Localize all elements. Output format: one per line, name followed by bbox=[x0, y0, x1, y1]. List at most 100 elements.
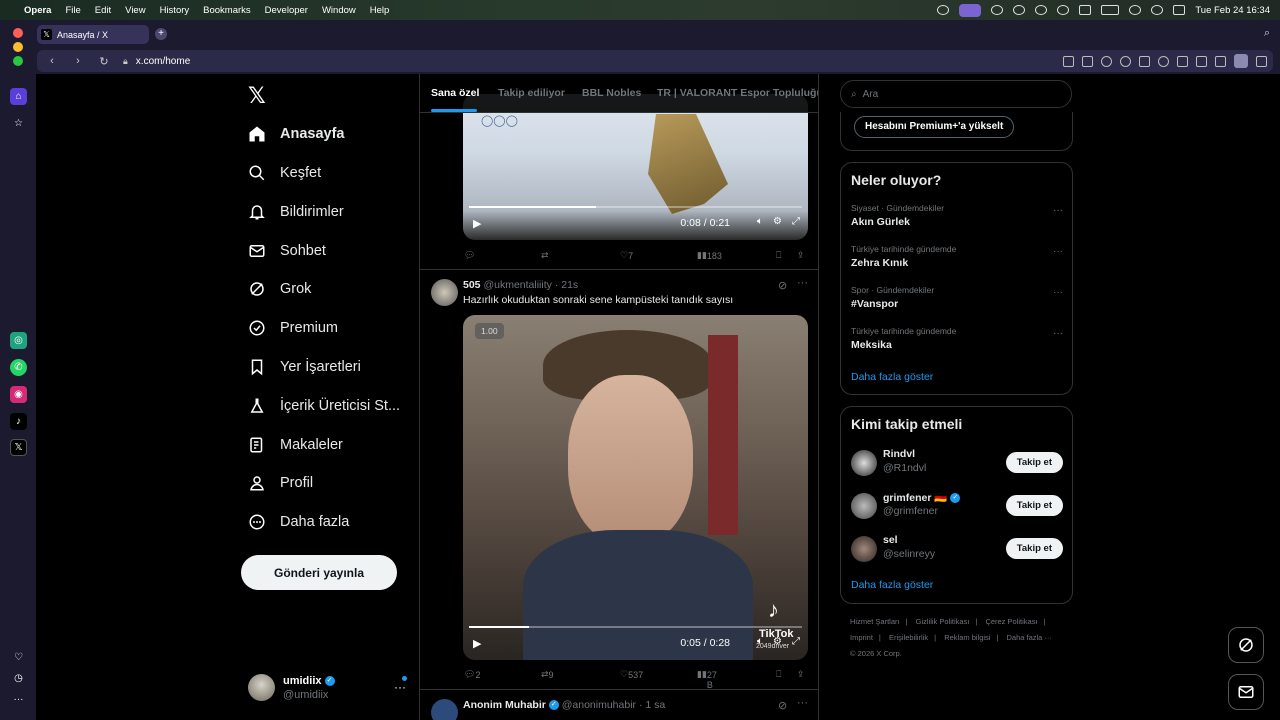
grok-icon[interactable]: ⊘ bbox=[778, 279, 787, 292]
battery-icon[interactable] bbox=[1101, 5, 1120, 15]
video-progress-track[interactable] bbox=[469, 206, 802, 208]
menu-edit[interactable]: Edit bbox=[95, 5, 111, 16]
screen-share-icon[interactable] bbox=[959, 3, 982, 17]
play-icon[interactable]: ▶ bbox=[473, 217, 481, 230]
grok-icon[interactable]: ⊘ bbox=[778, 699, 787, 712]
vpn-icon[interactable] bbox=[1120, 55, 1131, 67]
footer-link[interactable]: Gizlilik Politikası bbox=[916, 617, 970, 626]
status-icon-1[interactable] bbox=[937, 5, 950, 15]
more-dots-icon[interactable]: ··· bbox=[394, 680, 406, 694]
account-switcher[interactable]: umidiix ✓ @umidiix ··· bbox=[248, 672, 413, 706]
heart-sidebar-icon[interactable]: ♡ bbox=[10, 649, 27, 666]
nav-home[interactable]: Anasayfa bbox=[248, 119, 344, 149]
avatar[interactable] bbox=[851, 493, 877, 519]
menu-developer[interactable]: Developer bbox=[265, 5, 308, 16]
tab-active[interactable]: 𝕏 Anasayfa / X bbox=[37, 25, 149, 44]
like-button[interactable]: ♡ 537 bbox=[620, 669, 643, 680]
more-dots-icon[interactable]: ··· bbox=[1053, 328, 1063, 339]
profile-avatar[interactable] bbox=[1234, 54, 1248, 68]
play-icon[interactable]: ▶ bbox=[473, 637, 481, 650]
retweet-icon[interactable]: ⇄ bbox=[541, 250, 549, 261]
tweet2-author[interactable]: 505 bbox=[463, 279, 481, 291]
fullscreen-icon[interactable]: ⤢ bbox=[792, 636, 800, 647]
follow-name[interactable]: grimfener 🇩🇪 bbox=[883, 492, 947, 504]
whatsapp-icon[interactable]: ✆ bbox=[10, 359, 27, 376]
more-dots-icon[interactable]: ··· bbox=[797, 277, 808, 289]
nav-bookmarks[interactable]: Yer İşaretleri bbox=[248, 352, 361, 382]
tweet3-time[interactable]: · 1 sa bbox=[639, 699, 665, 711]
play-status-icon[interactable] bbox=[1035, 5, 1048, 15]
reload-icon[interactable]: ↻ bbox=[97, 55, 111, 68]
follow-suggestion[interactable]: Rindvl @R1ndvl Takip et bbox=[851, 447, 1063, 479]
nav-notifications[interactable]: Bildirimler bbox=[248, 197, 344, 227]
avatar[interactable] bbox=[431, 699, 458, 720]
menu-window[interactable]: Window bbox=[322, 5, 356, 16]
more-dots-icon[interactable]: ··· bbox=[1053, 205, 1063, 216]
messages-fab-button[interactable] bbox=[1228, 674, 1264, 710]
video-progress-track[interactable] bbox=[469, 626, 802, 628]
more-sidebar-icon[interactable]: ··· bbox=[10, 691, 27, 708]
search-input[interactable]: ⌕ Ara bbox=[840, 80, 1072, 108]
post-button[interactable]: Gönderi yayınla bbox=[241, 555, 397, 590]
shield-icon[interactable] bbox=[1101, 55, 1112, 67]
tab-valorant[interactable]: TR | VALORANT Espor Topluluğu bbox=[657, 87, 818, 99]
more-dots-icon[interactable]: ··· bbox=[1053, 287, 1063, 298]
follow-name[interactable]: sel bbox=[883, 534, 898, 546]
history-icon[interactable]: ◷ bbox=[10, 670, 27, 687]
settings-icon[interactable]: ⚙︎ bbox=[773, 216, 782, 227]
play-icon[interactable] bbox=[1139, 55, 1150, 67]
views-button[interactable]: ▮▮ 183 bbox=[697, 250, 722, 261]
close-window-button[interactable] bbox=[13, 28, 23, 38]
download-status-icon[interactable] bbox=[1079, 5, 1092, 15]
follow-button[interactable]: Takip et bbox=[1005, 495, 1063, 516]
tweet1-video[interactable]: ◯◯◯ ▶ 0:08 / 0:21 🔈︎ ⚙︎ ⤢ bbox=[463, 94, 808, 240]
footer-link[interactable]: Hizmet Şartları bbox=[850, 617, 900, 626]
tab-for-you[interactable]: Sana özel bbox=[431, 87, 479, 99]
nav-grok[interactable]: Grok bbox=[248, 274, 311, 304]
avatar[interactable] bbox=[851, 450, 877, 476]
footer-link[interactable]: Çerez Politikası bbox=[985, 617, 1037, 626]
tiktok-icon[interactable]: ♪ bbox=[10, 413, 27, 430]
nav-explore[interactable]: Keşfet bbox=[248, 158, 321, 188]
forward-icon[interactable]: › bbox=[71, 55, 85, 67]
avatar[interactable] bbox=[431, 279, 458, 306]
x-sidebar-icon[interactable]: 𝕏 bbox=[10, 439, 27, 456]
like-button[interactable]: ♡ 7 bbox=[620, 250, 633, 261]
status-icon-3[interactable] bbox=[1013, 5, 1026, 15]
wifi-icon[interactable] bbox=[1129, 5, 1142, 15]
nav-profile[interactable]: Profil bbox=[248, 468, 313, 498]
share-icon[interactable]: ⇪ bbox=[797, 250, 805, 261]
zoom-window-button[interactable] bbox=[13, 56, 23, 66]
trends-show-more-link[interactable]: Daha fazla göster bbox=[851, 371, 933, 383]
avatar[interactable] bbox=[851, 536, 877, 562]
nav-creator-studio[interactable]: İçerik Üreticisi St... bbox=[248, 391, 400, 421]
more-dots-icon[interactable]: ··· bbox=[797, 697, 808, 709]
spotlight-icon[interactable] bbox=[1151, 5, 1164, 15]
settings-icon[interactable]: ⚙︎ bbox=[773, 636, 782, 647]
extension-icon[interactable] bbox=[1256, 55, 1267, 67]
lock-icon[interactable]: 🔒︎ bbox=[123, 56, 128, 67]
star-sidebar-icon[interactable]: ☆ bbox=[10, 115, 27, 132]
footer-link[interactable]: Daha fazla ··· bbox=[1007, 633, 1052, 642]
bookmark-icon[interactable]: ⎕ bbox=[776, 669, 781, 680]
tweet3-handle[interactable]: @anonimuhabir bbox=[562, 699, 636, 711]
volume-icon[interactable]: 🔈︎ bbox=[757, 216, 763, 227]
follow-button[interactable]: Takip et bbox=[1005, 452, 1063, 473]
x-logo[interactable]: 𝕏 bbox=[248, 84, 266, 109]
home-sidebar-icon[interactable]: ⌂ bbox=[10, 88, 27, 105]
retweet-button[interactable]: ⇄ 9 bbox=[541, 669, 554, 680]
tweet3-author[interactable]: Anonim Muhabir bbox=[463, 699, 546, 711]
address-bar[interactable]: ‹ › ↻ 🔒︎ x.com/home bbox=[37, 50, 1273, 72]
heart-icon[interactable] bbox=[1158, 55, 1169, 67]
menu-view[interactable]: View bbox=[125, 5, 145, 16]
footer-link[interactable]: Erişilebilirlik bbox=[889, 633, 928, 642]
status-icon-2[interactable] bbox=[991, 5, 1004, 15]
footer-link[interactable]: Reklam bilgisi bbox=[944, 633, 990, 642]
reply-button[interactable]: 💬︎ 2 bbox=[464, 669, 480, 680]
chatgpt-icon[interactable]: ◎ bbox=[10, 332, 27, 349]
menubar-clock[interactable]: Tue Feb 24 16:34 bbox=[1195, 5, 1270, 16]
menu-file[interactable]: File bbox=[65, 5, 80, 16]
menu-icon[interactable] bbox=[1215, 55, 1226, 67]
share-icon[interactable]: ⇪ bbox=[797, 669, 805, 680]
menu-app-name[interactable]: Opera bbox=[24, 5, 51, 16]
